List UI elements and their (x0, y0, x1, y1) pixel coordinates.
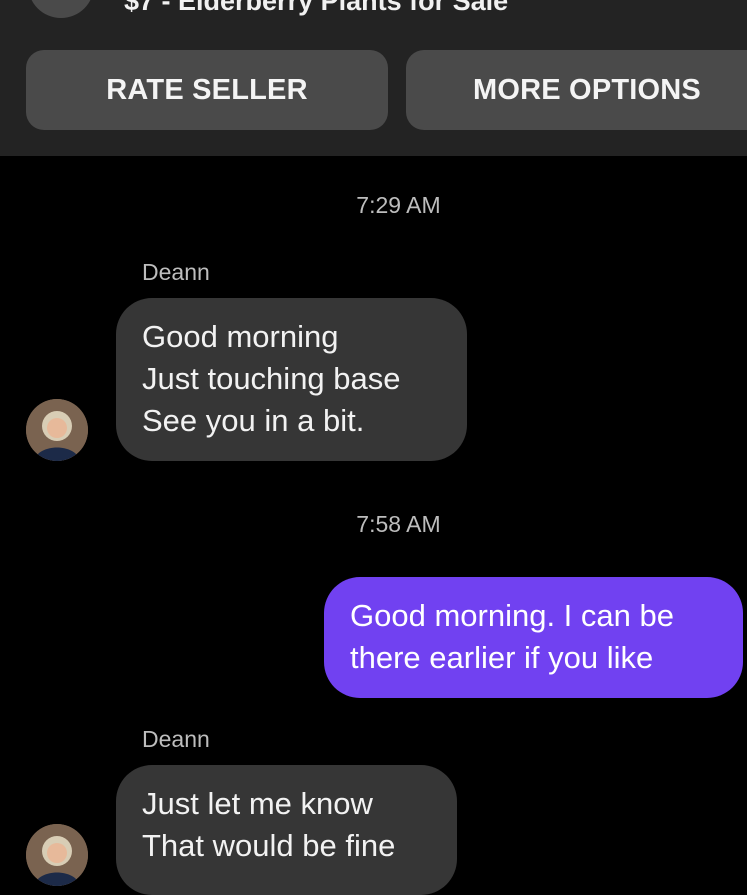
timestamp: 7:29 AM (356, 192, 441, 218)
message-line: Good morning (142, 319, 339, 354)
timestamp: 7:58 AM (356, 511, 441, 537)
message-line: Just let me know (142, 786, 373, 821)
message-line: Just touching base (142, 361, 401, 396)
message-line: That would be fine (142, 828, 396, 863)
avatar-photo-icon (26, 399, 88, 461)
listing-title[interactable]: $7 - Elderberry Plants for Sale (124, 0, 508, 17)
rate-seller-button[interactable]: RATE SELLER (26, 50, 388, 130)
sender-name: Deann (142, 726, 210, 752)
message-line: Good morning. I can be (350, 598, 674, 633)
more-options-button[interactable]: MORE OPTIONS (406, 50, 747, 130)
avatar-photo-icon (26, 824, 88, 886)
outgoing-message-bubble: Good morning. I can be there earlier if … (324, 577, 743, 698)
incoming-message-bubble: Just let me know That would be fine (116, 765, 457, 895)
incoming-message-bubble: Good morning Just touching base See you … (116, 298, 467, 461)
listing-thumbnail[interactable] (28, 0, 94, 18)
message-line: See you in a bit. (142, 403, 365, 438)
sender-avatar[interactable] (26, 399, 88, 461)
message-line: there earlier if you like (350, 640, 654, 675)
sender-avatar[interactable] (26, 824, 88, 886)
listing-header: $7 - Elderberry Plants for Sale RATE SEL… (0, 0, 747, 156)
sender-name: Deann (142, 259, 210, 285)
